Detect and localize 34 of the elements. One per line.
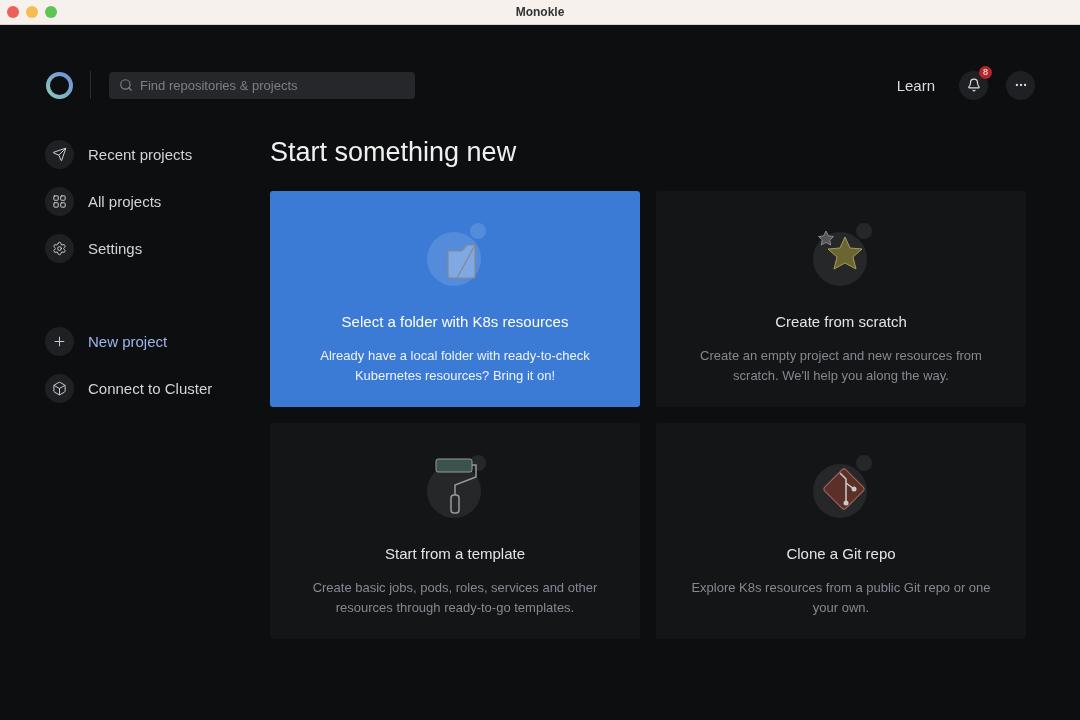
window-title: Monokle	[515, 5, 565, 19]
logo-icon	[45, 70, 74, 100]
search-field[interactable]: Find repositories & projects	[109, 71, 415, 99]
send-icon	[52, 147, 67, 162]
notification-count: 8	[979, 65, 992, 79]
search-icon	[119, 77, 133, 92]
card-title: Clone a Git repo	[786, 545, 896, 562]
card-description: Explore K8s resources from a public Git repo or one your own.	[690, 579, 992, 617]
card-description: Create basic jobs, pods, roles, services and other resources through ready-to-go templates.	[311, 579, 599, 617]
sidebar-item[interactable]: All projects	[45, 187, 270, 216]
bell-icon	[966, 78, 981, 92]
card-title: Select a folder with K8s resources	[341, 313, 569, 330]
card-description: Create an empty project and new resources from scratch. We'll help you along the way.	[699, 347, 983, 385]
sidebar-item[interactable]: Recent projects	[45, 140, 270, 169]
cube-icon	[52, 381, 67, 396]
option-card[interactable]: Start from a template Create basic jobs, pods, roles, services and other resources through ready-to-go templates.	[270, 423, 640, 639]
sidebar-item[interactable]: Settings	[45, 234, 270, 263]
page-title: Start something new	[270, 136, 518, 169]
grid-icon	[52, 194, 67, 209]
maximize-button[interactable]	[45, 6, 57, 18]
learn-link[interactable]: Learn	[896, 76, 935, 94]
close-button[interactable]	[7, 6, 19, 18]
card-title: Start from a template	[384, 545, 526, 562]
settings-icon	[52, 241, 67, 256]
sidebar-item[interactable]: Connect to Cluster	[45, 374, 270, 403]
minimize-button[interactable]	[26, 6, 38, 18]
card-description: Already have a local folder with ready-to-check Kubernetes resources? Bring it on!	[319, 347, 591, 385]
option-card[interactable]: Create from scratch Create an empty project and new resources from scratch. We'll help you along the way.	[656, 191, 1026, 407]
plus-icon	[52, 334, 67, 349]
more-button[interactable]	[1006, 70, 1035, 100]
sidebar-item[interactable]: New project	[45, 327, 270, 356]
card-title: Create from scratch	[775, 313, 907, 330]
option-card[interactable]: Clone a Git repo Explore K8s resources from a public Git repo or one your own.	[656, 423, 1026, 639]
option-card[interactable]: Select a folder with K8s resources Already have a local folder with ready-to-check Kubernetes resources? Bring it on!	[270, 191, 640, 407]
